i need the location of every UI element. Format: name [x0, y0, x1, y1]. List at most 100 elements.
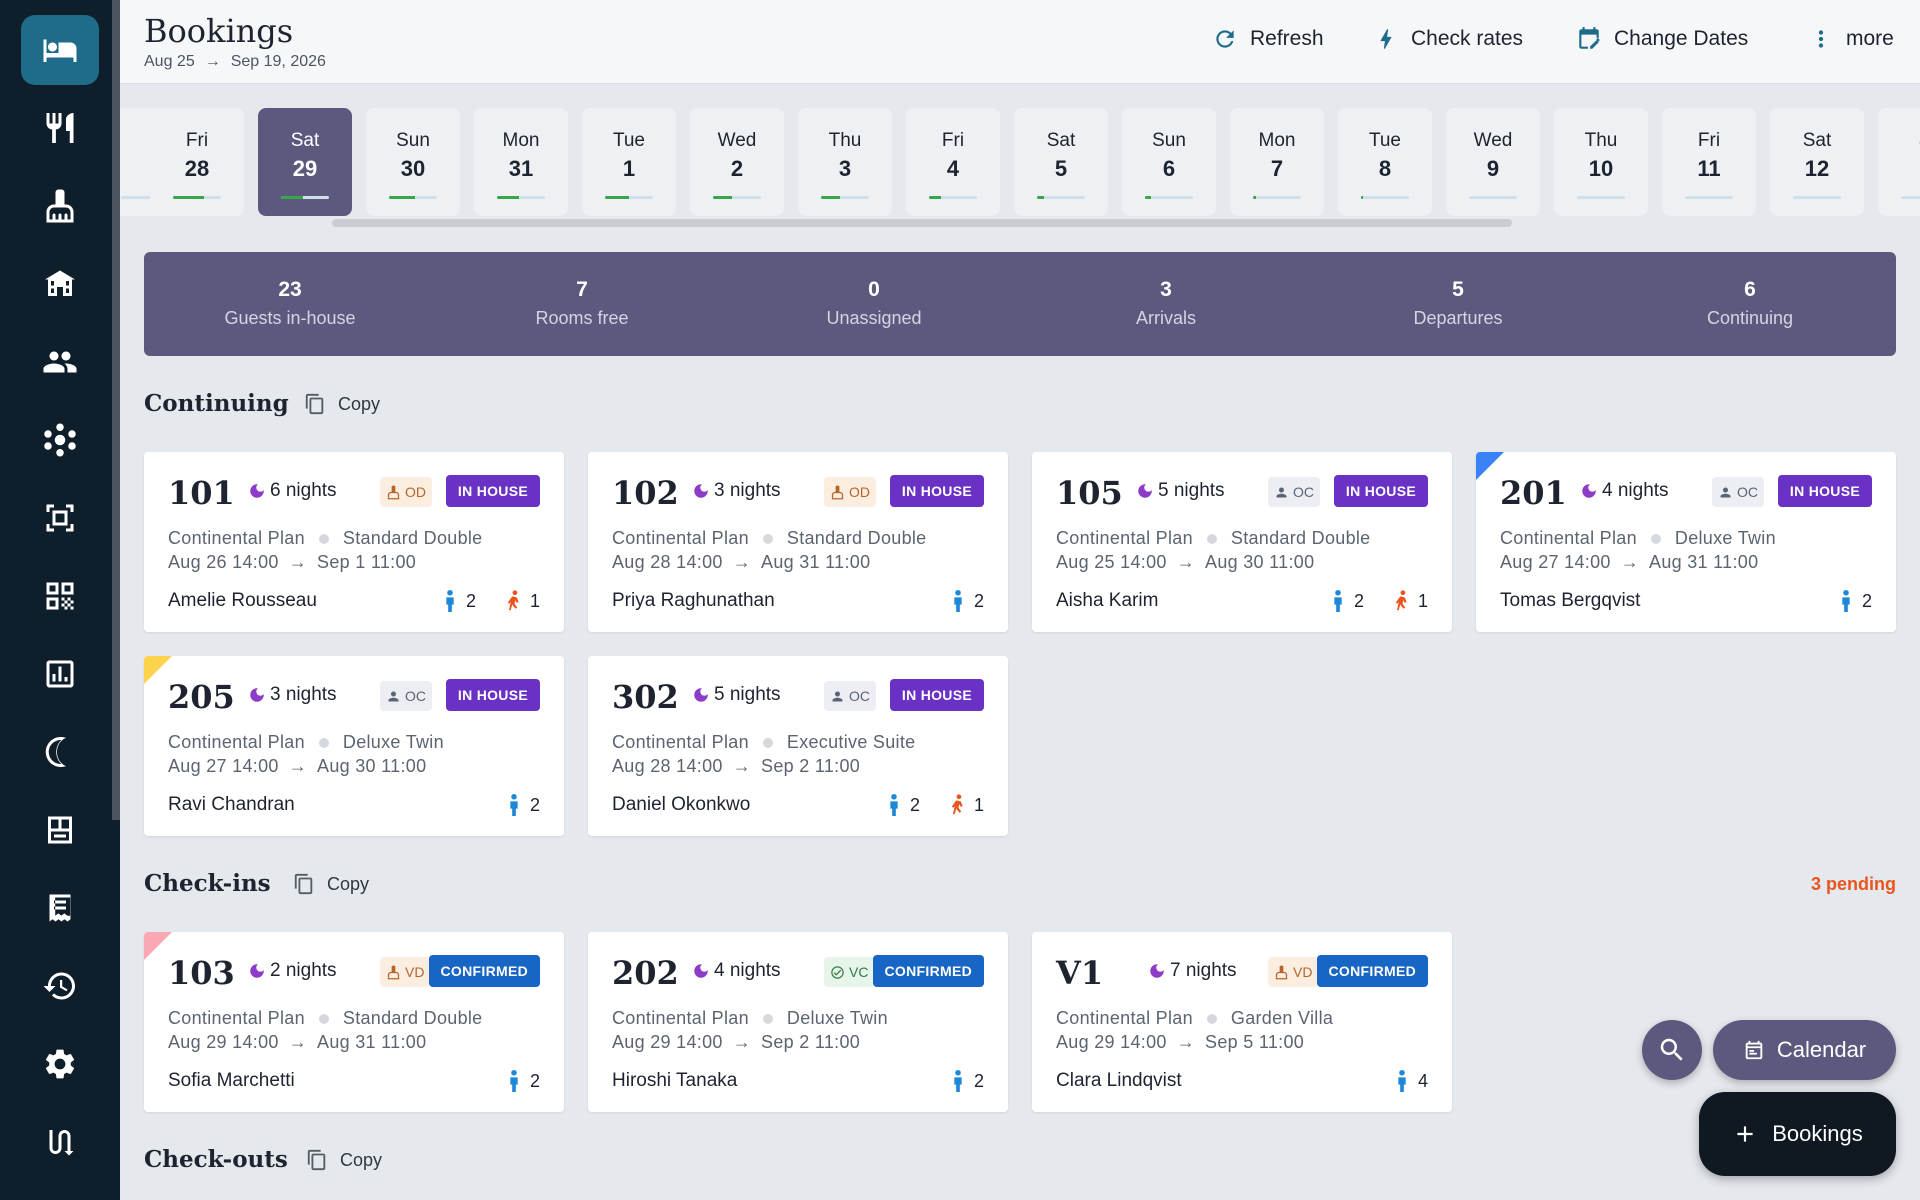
guest-name[interactable]: Daniel Okonkwo [612, 794, 750, 816]
sidebar-item-bookings[interactable] [21, 15, 99, 85]
calendar-fab[interactable]: Calendar [1713, 1020, 1896, 1080]
booking-status-badge[interactable]: IN HOUSE [445, 475, 540, 507]
meal-plan: Continental Plan Standard Double [612, 528, 927, 548]
date-item[interactable]: Fri 11 [1662, 108, 1756, 216]
sidebar-item-invoices[interactable] [21, 873, 99, 943]
date-item[interactable]: Wed 9 [1446, 108, 1540, 216]
sidebar-item-restaurant[interactable] [21, 93, 99, 163]
sidebar-item-night-audit[interactable] [21, 717, 99, 787]
guest-name[interactable]: Hiroshi Tanaka [612, 1070, 737, 1092]
sidebar-item-channel[interactable] [21, 1107, 99, 1177]
date-item[interactable]: Tue 8 [1338, 108, 1432, 216]
search-fab[interactable] [1642, 1020, 1702, 1080]
booking-card[interactable]: 205 3 nights OC IN HOUSE Continental Plan Del… [144, 656, 564, 836]
sidebar-item-qr[interactable] [21, 561, 99, 631]
copy-checkins-button[interactable]: Copy [293, 873, 369, 895]
guest-name[interactable]: Sofia Marchetti [168, 1070, 295, 1092]
booking-status-badge[interactable]: CONFIRMED [872, 955, 984, 987]
sidebar-item-housekeeping[interactable] [21, 171, 99, 241]
copy-checkouts-button[interactable]: Copy [306, 1149, 382, 1171]
booking-status-badge[interactable]: IN HOUSE [889, 475, 984, 507]
sidebar-scrollbar[interactable] [112, 0, 120, 820]
date-item[interactable]: Tue 1 [582, 108, 676, 216]
housekeeping-status[interactable]: OD [824, 477, 876, 507]
arrow-right-icon: → [732, 552, 752, 572]
occupancy-bar [929, 196, 977, 199]
refresh-button[interactable]: Refresh [1212, 26, 1324, 52]
housekeeping-status[interactable]: OC [380, 681, 432, 711]
booking-card[interactable]: 302 5 nights OC IN HOUSE Continental Plan Exe… [588, 656, 1008, 836]
date-item[interactable]: Sun 30 [366, 108, 460, 216]
sidebar-item-reports[interactable] [21, 639, 99, 709]
guest-name[interactable]: Priya Raghunathan [612, 590, 775, 612]
date-item[interactable]: Fri 28 [150, 108, 244, 216]
housekeeping-status[interactable]: OC [1268, 477, 1320, 507]
guest-name[interactable]: Ravi Chandran [168, 794, 295, 816]
booking-card[interactable]: 103 2 nights VD CONFIRMED Continental Plan St… [144, 932, 564, 1112]
stat-unassigned[interactable]: 0 Unassigned [728, 252, 1020, 356]
booking-status-badge[interactable]: IN HOUSE [889, 679, 984, 711]
arrow-right-icon: → [732, 1032, 752, 1052]
room-type: Standard Double [342, 1008, 483, 1028]
guest-name[interactable]: Amelie Rousseau [168, 590, 317, 612]
copy-icon [305, 393, 324, 415]
guest-name[interactable]: Clara Lindqvist [1056, 1070, 1182, 1092]
sidebar-item-history[interactable] [21, 951, 99, 1021]
booking-card[interactable]: V1 7 nights VD CONFIRMED Continental Plan Gar… [1032, 932, 1452, 1112]
date-item[interactable]: Thu 3 [798, 108, 892, 216]
date-item[interactable]: Fri 4 [906, 108, 1000, 216]
stat-departures[interactable]: 5 Departures [1312, 252, 1604, 356]
housekeeping-status[interactable]: VD [1268, 957, 1319, 987]
sidebar-item-rooms-grid[interactable] [21, 795, 99, 865]
date-item[interactable]: S1 [1878, 108, 1920, 216]
stat-rooms-free[interactable]: 7 Rooms free [436, 252, 728, 356]
sidebar-item-property[interactable] [21, 249, 99, 319]
housekeeping-status[interactable]: VC [824, 957, 875, 987]
more-vert-icon [1818, 30, 1824, 48]
date-item[interactable]: Sat 12 [1770, 108, 1864, 216]
date-item[interactable]: Sat 5 [1014, 108, 1108, 216]
date-day: 10 [1588, 156, 1614, 181]
stay-dates: Aug 27 14:00 → Aug 30 11:00 [168, 756, 427, 776]
housekeeping-status[interactable]: OD [380, 477, 432, 507]
booking-card[interactable]: 105 5 nights OC IN HOUSE Continental Plan Sta… [1032, 452, 1452, 632]
booking-status-badge[interactable]: IN HOUSE [1777, 475, 1872, 507]
pending-count[interactable]: 3 pending [1811, 874, 1896, 895]
housekeeping-status[interactable]: VD [380, 957, 431, 987]
date-strip-scrollbar[interactable] [332, 219, 1512, 227]
adult-icon [1398, 1070, 1406, 1092]
date-item[interactable]: Mon 7 [1230, 108, 1324, 216]
new-booking-fab[interactable]: Bookings [1699, 1092, 1896, 1176]
stat-arrivals[interactable]: 3 Arrivals [1020, 252, 1312, 356]
sidebar-item-scan[interactable] [21, 483, 99, 553]
sidebar-item-network[interactable] [21, 405, 99, 475]
booking-status-badge[interactable]: IN HOUSE [1333, 475, 1428, 507]
booking-status-badge[interactable]: IN HOUSE [445, 679, 540, 711]
change-dates-button[interactable]: Change Dates [1576, 26, 1748, 52]
stat-continuing[interactable]: 6 Continuing [1604, 252, 1896, 356]
more-button[interactable]: more [1808, 26, 1894, 52]
sidebar-item-guests[interactable] [21, 327, 99, 397]
housekeeping-status[interactable]: OC [1712, 477, 1764, 507]
guest-name[interactable]: Tomas Bergqvist [1500, 590, 1640, 612]
date-item[interactable]: Wed 2 [690, 108, 784, 216]
date-item[interactable]: Sat 29 [258, 108, 352, 216]
adults-count: 2 [1330, 590, 1364, 612]
guest-name[interactable]: Aisha Karim [1056, 590, 1158, 612]
booking-card[interactable]: 101 6 nights OD IN HOUSE Continental Plan Sta… [144, 452, 564, 632]
booking-status-badge[interactable]: CONFIRMED [428, 955, 540, 987]
booking-card[interactable]: 102 3 nights OD IN HOUSE Continental Plan Sta… [588, 452, 1008, 632]
housekeeping-status[interactable]: OC [824, 681, 876, 711]
check-rates-button[interactable]: Check rates [1373, 26, 1523, 52]
stat-guests-in-house[interactable]: 23 Guests in-house [144, 252, 436, 356]
booking-card[interactable]: 202 4 nights VC CONFIRMED Continental Plan De… [588, 932, 1008, 1112]
date-weekday: Tue [1368, 130, 1402, 151]
date-item[interactable]: Mon 31 [474, 108, 568, 216]
date-item[interactable]: Thu 10 [1554, 108, 1648, 216]
booking-card[interactable]: 201 4 nights OC IN HOUSE Continental Plan Del… [1476, 452, 1896, 632]
date-item[interactable]: Sun 6 [1122, 108, 1216, 216]
sidebar-item-settings[interactable] [21, 1029, 99, 1099]
booking-status-badge[interactable]: CONFIRMED [1316, 955, 1428, 987]
copy-continuing-button[interactable]: Copy [304, 393, 380, 415]
date-day: 6 [1162, 156, 1176, 181]
